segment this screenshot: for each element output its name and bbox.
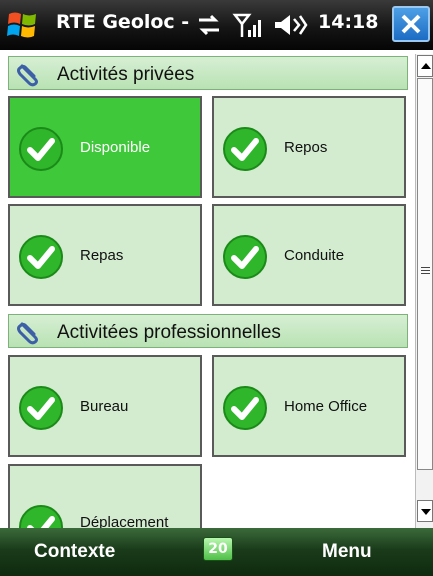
tile-label: Bureau xyxy=(80,398,129,415)
tile-label: Disponible xyxy=(80,139,151,156)
green-check-icon xyxy=(19,127,63,171)
section-header-professional: Activitées professionnelles xyxy=(8,314,408,348)
softkey-bar: Contexte 20 Menu xyxy=(0,528,433,576)
close-button[interactable] xyxy=(392,6,430,42)
app-title: RTE Geoloc - Co xyxy=(56,11,190,33)
scroll-down-button[interactable] xyxy=(417,500,433,522)
softkey-right-menu[interactable]: Menu xyxy=(322,541,372,563)
windows-flag-icon[interactable] xyxy=(6,8,40,42)
signal-icon[interactable] xyxy=(232,11,262,39)
title-bar: RTE Geoloc - Co 14:18 xyxy=(0,0,433,50)
green-check-icon xyxy=(19,386,63,430)
green-check-icon xyxy=(19,505,63,528)
scroll-up-button[interactable] xyxy=(417,55,433,77)
tile-label: Déplacement xyxy=(80,514,169,528)
green-check-icon xyxy=(223,386,267,430)
tile-home-office[interactable]: Home Office xyxy=(212,355,406,457)
scroll-thumb[interactable] xyxy=(417,78,433,470)
volume-icon[interactable] xyxy=(272,11,308,39)
green-check-icon xyxy=(223,127,267,171)
keyboard-sip-button[interactable]: 20 xyxy=(203,537,233,561)
close-icon xyxy=(401,14,421,34)
vertical-scrollbar[interactable] xyxy=(415,54,433,528)
paperclip-icon xyxy=(17,64,38,87)
arrow-up-icon xyxy=(421,63,431,69)
green-check-icon xyxy=(223,235,267,279)
tile-bureau[interactable]: Bureau xyxy=(8,355,202,457)
section-label: Activités privées xyxy=(57,64,195,85)
section-label: Activitées professionnelles xyxy=(57,322,281,343)
clock: 14:18 xyxy=(318,11,379,33)
tile-conduite[interactable]: Conduite xyxy=(212,204,406,306)
connectivity-icon[interactable] xyxy=(195,11,223,39)
arrow-down-icon xyxy=(421,509,431,515)
tile-label: Repas xyxy=(80,247,124,264)
softkey-left-contexte[interactable]: Contexte xyxy=(34,541,115,563)
activity-list: Activités privées Disponible Repos Repas… xyxy=(0,50,415,528)
tile-repos[interactable]: Repos xyxy=(212,96,406,198)
tile-label: Repos xyxy=(284,139,328,156)
grip-icon xyxy=(421,267,430,276)
tile-label: Conduite xyxy=(284,247,345,264)
tile-deplacement[interactable]: Déplacement xyxy=(8,464,202,528)
green-check-icon xyxy=(19,235,63,279)
tile-disponible[interactable]: Disponible xyxy=(8,96,202,198)
section-header-private: Activités privées xyxy=(8,56,408,90)
tile-label: Home Office xyxy=(284,398,368,415)
tile-repas[interactable]: Repas xyxy=(8,204,202,306)
paperclip-icon xyxy=(17,322,38,345)
